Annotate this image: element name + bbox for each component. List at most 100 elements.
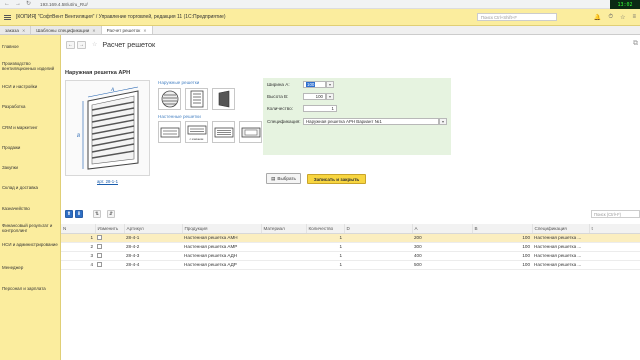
- column-header[interactable]: Изменить: [95, 224, 125, 234]
- main-menu-icon[interactable]: [4, 14, 11, 20]
- thumb-wall-grille-1[interactable]: [158, 121, 181, 143]
- forward-arrow-icon[interactable]: →: [15, 0, 21, 9]
- sidebar-item-sales[interactable]: Продажи: [2, 145, 60, 150]
- height-field[interactable]: 100: [303, 93, 326, 100]
- sort-desc-icon[interactable]: ⇵: [107, 210, 115, 218]
- thumb-wall-grille-valve[interactable]: с клапаном: [185, 121, 208, 143]
- spec-field[interactable]: Наружная решетка АРН Вариант №1: [303, 118, 439, 125]
- cell-material: [261, 251, 306, 261]
- chevron-down-icon[interactable]: ▾: [326, 93, 334, 100]
- image-caption-link[interactable]: арт. 28-1-1: [97, 179, 118, 184]
- settings-icon[interactable]: ≡: [632, 14, 636, 20]
- tab-order[interactable]: заказа ✕: [0, 26, 32, 34]
- cell-t: [589, 260, 640, 270]
- global-search-input[interactable]: Поиск Ctrl+Shift+F: [476, 13, 557, 21]
- close-icon[interactable]: ✕: [143, 28, 146, 33]
- edit-checkbox[interactable]: [97, 244, 102, 250]
- thumb-wall-grille-4[interactable]: [239, 121, 262, 143]
- thumb-round-grille[interactable]: [158, 88, 181, 110]
- save-close-button[interactable]: Записать и закрыть: [307, 174, 366, 184]
- column-header[interactable]: t: [589, 224, 640, 234]
- edit-checkbox[interactable]: [97, 262, 102, 268]
- move-down-icon[interactable]: ⬇: [75, 210, 83, 218]
- cell-article: 28-4-2: [124, 242, 182, 252]
- sidebar-item-warehouse[interactable]: Склад и доставка: [2, 185, 60, 190]
- cell-a: 400: [412, 251, 472, 261]
- width-field[interactable]: 100: [303, 81, 326, 88]
- favorite-star-icon[interactable]: ☆: [92, 41, 97, 48]
- cell-edit: [95, 260, 124, 270]
- tab-label: заказа: [5, 27, 19, 33]
- spec-label: Спецификация:: [267, 119, 301, 124]
- back-button[interactable]: ←: [66, 40, 75, 49]
- parameters-panel: Ширина А: 100 ▾ Высота В: 100 ▾ Количест…: [263, 78, 451, 155]
- table-row[interactable]: 1 28-4-1 Настенная решетка АМН 1 200 100…: [61, 233, 640, 243]
- sidebar-item-purchases[interactable]: Закупки: [2, 165, 60, 170]
- forward-button[interactable]: →: [77, 40, 86, 49]
- favorites-icon[interactable]: ☆: [620, 14, 625, 21]
- cell-b: 100: [472, 233, 532, 243]
- move-up-icon[interactable]: ⬆: [65, 210, 73, 218]
- sidebar-item-nsi-settings[interactable]: НСИ и настройки: [2, 84, 60, 89]
- sort-asc-icon[interactable]: ⇅: [93, 210, 101, 218]
- close-icon[interactable]: ✕: [22, 28, 25, 33]
- cell-t: [589, 233, 640, 243]
- table-row[interactable]: 4 28-4-4 Настенная решетка АДР 1 500 100…: [61, 260, 640, 270]
- thumb-wall-grille-3[interactable]: [212, 121, 235, 143]
- column-header[interactable]: N: [61, 224, 96, 234]
- sidebar-item-finance[interactable]: Финансовый результат и контроллинг: [2, 223, 60, 233]
- cell-product: Настенная решетка АДН: [182, 251, 261, 261]
- history-icon[interactable]: ⏱: [608, 14, 613, 21]
- chevron-down-icon[interactable]: ▾: [326, 81, 334, 88]
- reload-icon[interactable]: ↻: [26, 0, 31, 9]
- cell-d: [344, 260, 412, 270]
- sidebar-item-development[interactable]: Разработка: [2, 104, 60, 109]
- table-row[interactable]: 2 28-4-2 Настенная решетка АМР 1 300 100…: [61, 242, 640, 252]
- sidebar-item-treasury[interactable]: Казначейство: [2, 206, 60, 211]
- cell-spec: Настенная решетка ...: [532, 233, 589, 243]
- column-header[interactable]: Количество: [306, 224, 345, 234]
- form-header: ← → ☆ Расчет решеток: [66, 40, 155, 49]
- chevron-down-icon[interactable]: ▾: [439, 118, 447, 125]
- cell-d: [344, 251, 412, 261]
- column-header[interactable]: Спецификация: [532, 224, 590, 234]
- wall-grilles-label: Настенные решетки: [158, 114, 201, 119]
- quantity-field[interactable]: 1: [303, 105, 337, 112]
- column-header[interactable]: D: [344, 224, 413, 234]
- column-header[interactable]: Продукция: [182, 224, 262, 234]
- sections-sidebar: Главное Производство вентиляционных изде…: [0, 35, 61, 360]
- sidebar-item-production[interactable]: Производство вентиляционных изделий: [2, 61, 60, 71]
- cell-edit: [95, 242, 124, 252]
- link-icon[interactable]: ⧉: [633, 40, 638, 48]
- thumb-square-grille[interactable]: [185, 88, 208, 110]
- table-search-input[interactable]: Поиск (Ctrl+F): [591, 210, 640, 218]
- tab-grille-calc[interactable]: Расчет решеток ✕: [101, 26, 153, 34]
- thumb-caption: с клапаном: [189, 138, 204, 141]
- edit-checkbox[interactable]: [97, 253, 102, 259]
- column-header[interactable]: Материал: [261, 224, 307, 234]
- cell-a: 300: [412, 242, 472, 252]
- edit-checkbox[interactable]: [97, 235, 102, 241]
- choose-button[interactable]: ▤ Выбрать: [266, 173, 301, 184]
- notifications-icon[interactable]: 🔔: [594, 14, 601, 21]
- sidebar-item-main[interactable]: Главное: [2, 44, 60, 49]
- table-row[interactable]: 3 28-4-3 Настенная решетка АДН 1 400 100…: [61, 251, 640, 261]
- sidebar-item-personnel[interactable]: Персонал и зарплата: [2, 286, 60, 291]
- cell-quantity: 1: [306, 251, 344, 261]
- sidebar-item-crm[interactable]: CRM и маркетинг: [2, 125, 60, 130]
- back-arrow-icon[interactable]: ←: [4, 0, 10, 9]
- column-header[interactable]: B: [472, 224, 533, 234]
- width-label: Ширина А:: [267, 82, 290, 87]
- cell-b: 100: [472, 242, 532, 252]
- tab-spec-templates[interactable]: Шаблоны спецификации ✕: [31, 26, 102, 34]
- sidebar-item-admin[interactable]: НСИ и администрирование: [2, 242, 60, 247]
- close-icon[interactable]: ✕: [92, 28, 95, 33]
- thumb-panel-grille[interactable]: [212, 88, 235, 110]
- tab-label: Шаблоны спецификации: [36, 27, 90, 33]
- address-bar[interactable]: 193.169.4.58/ut/ru_RU/: [40, 2, 88, 7]
- cell-spec: Настенная решетка ...: [532, 251, 589, 261]
- column-header[interactable]: Артикул: [124, 224, 183, 234]
- sidebar-item-manager[interactable]: Менеджер: [2, 265, 60, 270]
- cell-product: Настенная решетка АМН: [182, 233, 261, 243]
- column-header[interactable]: A: [412, 224, 473, 234]
